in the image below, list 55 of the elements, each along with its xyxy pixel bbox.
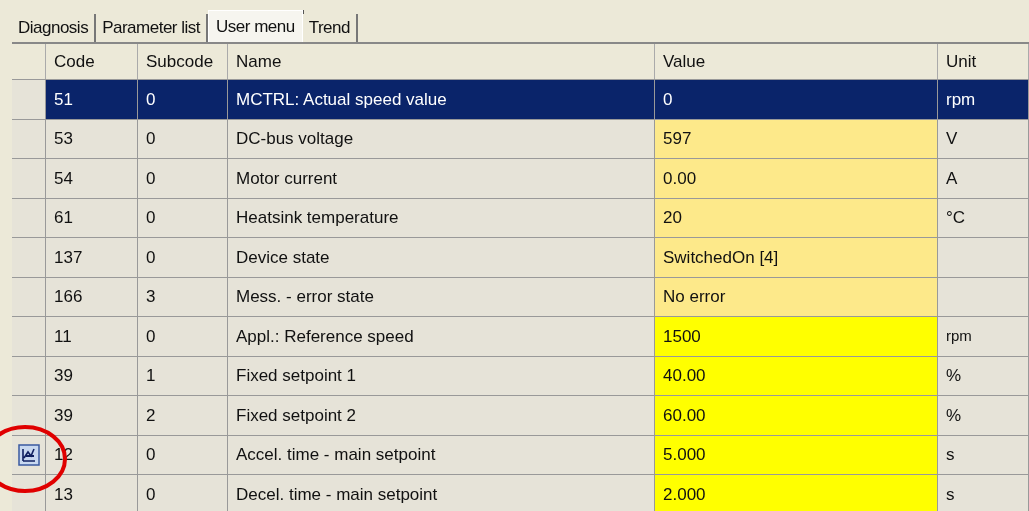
table-cell: °C: [938, 198, 1029, 237]
value-cell[interactable]: 40.00: [655, 356, 938, 395]
table-cell: 13: [46, 475, 138, 511]
table-cell: 11: [46, 317, 138, 356]
table-row[interactable]: 137 0 Device state SwitchedOn [4]: [12, 238, 1029, 278]
value-cell[interactable]: 597: [655, 119, 938, 158]
value-cell[interactable]: 5.000: [655, 435, 938, 474]
tab[interactable]: User menu: [208, 10, 303, 42]
table-row[interactable]: 51 0 MCTRL: Actual speed value 0 rpm: [12, 80, 1029, 120]
table-row[interactable]: 13 0 Decel. time - main setpoint 2.000 s: [12, 475, 1029, 511]
table-cell: %: [938, 396, 1029, 435]
value-cell[interactable]: 60.00: [655, 396, 938, 435]
table-cell: 54: [46, 159, 138, 198]
table-row[interactable]: 54 0 Motor current 0.00 A: [12, 159, 1029, 199]
table-cell: 0: [138, 198, 228, 237]
table-row[interactable]: 39 1 Fixed setpoint 1 40.00 %: [12, 356, 1029, 396]
table-cell: rpm: [938, 317, 1029, 356]
table-cell: 0: [138, 435, 228, 474]
table-cell: 2: [138, 396, 228, 435]
table-cell: 137: [46, 238, 138, 277]
table-cell: 0: [138, 238, 228, 277]
table-cell: 53: [46, 119, 138, 158]
column-header[interactable]: Code: [46, 44, 138, 79]
value-cell[interactable]: 0.00: [655, 159, 938, 198]
chart-icon[interactable]: [17, 443, 40, 466]
table-cell: A: [938, 159, 1029, 198]
table-cell: V: [938, 119, 1029, 158]
table-row[interactable]: 61 0 Heatsink temperature 20 °C: [12, 198, 1029, 238]
table-cell: 0: [138, 475, 228, 511]
table-cell: 0: [138, 317, 228, 356]
tab[interactable]: Trend: [302, 14, 358, 42]
table-cell: 0: [138, 159, 228, 198]
value-cell[interactable]: No error: [655, 277, 938, 316]
value-cell[interactable]: SwitchedOn [4]: [655, 238, 938, 277]
table-cell: 39: [46, 356, 138, 395]
table-row[interactable]: 53 0 DC-bus voltage 597 V: [12, 119, 1029, 159]
table-cell: 39: [46, 396, 138, 435]
table-cell: %: [938, 356, 1029, 395]
value-cell[interactable]: 1500: [655, 317, 938, 356]
column-header[interactable]: Subcode: [138, 44, 228, 79]
table-cell: 1: [138, 356, 228, 395]
table-cell: 0: [138, 119, 228, 158]
column-header[interactable]: Value: [655, 44, 938, 79]
table-row[interactable]: 11 0 Appl.: Reference speed 1500 rpm: [12, 317, 1029, 357]
value-cell[interactable]: 2.000: [655, 475, 938, 511]
table-cell: s: [938, 475, 1029, 511]
table-cell: 3: [138, 277, 228, 316]
column-header[interactable]: Name: [228, 44, 655, 79]
table-row[interactable]: 39 2 Fixed setpoint 2 60.00 %: [12, 396, 1029, 436]
table-cell: s: [938, 435, 1029, 474]
table-row[interactable]: 166 3 Mess. - error state No error: [12, 277, 1029, 317]
column-header[interactable]: Unit: [938, 44, 1029, 79]
table-cell: 61: [46, 198, 138, 237]
table-cell: 166: [46, 277, 138, 316]
value-cell[interactable]: 20: [655, 198, 938, 237]
